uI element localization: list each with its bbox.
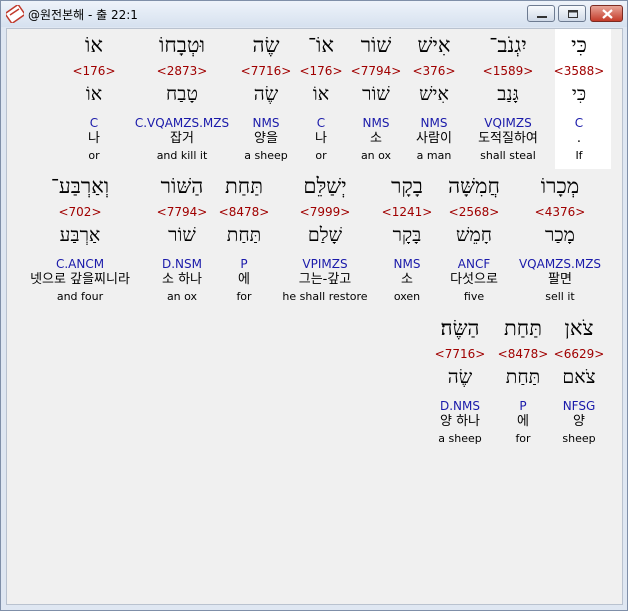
app-window: @원전본해 - 출 22:1 כִּי <3588> כִּי C. If יִגְנֹב… (0, 0, 628, 611)
hebrew-word: אוֹ (85, 33, 103, 57)
hebrew-word: הַשֶּׂה׃ (440, 316, 480, 340)
window-title: @원전본해 - 출 22:1 (28, 8, 138, 22)
lemma-word: אַרְבַּע (59, 224, 101, 246)
strong-number[interactable]: <7794> (122, 205, 242, 219)
morphology-code: C.ANCM (55, 257, 105, 271)
morphology-code: D.NMS (439, 399, 480, 413)
lemma-word: שֶׂה (447, 366, 473, 388)
close-button[interactable] (590, 5, 623, 22)
korean-gloss: 넷으로 갚을찌니라 (30, 272, 130, 287)
korean-gloss: 나 (88, 131, 100, 146)
hebrew-word: וְאַרְבַּע־ (50, 174, 110, 198)
strong-number[interactable]: <702> (20, 205, 140, 219)
lemma-word: אוֹ (85, 83, 103, 105)
strong-number[interactable]: <7716> (400, 347, 520, 361)
app-icon (6, 5, 24, 23)
english-gloss: or (88, 149, 100, 162)
minimize-button[interactable] (527, 5, 555, 22)
interlinear-pane[interactable]: כִּי <3588> כִּי C. If יִגְנֹב־ <1589> גָּנַב VQ… (6, 28, 623, 605)
close-icon (602, 9, 613, 19)
lemma-word: שׁוֹר (168, 224, 196, 246)
maximize-button[interactable] (558, 5, 586, 22)
english-gloss: an ox (166, 290, 198, 303)
morphology-code: D.NSM (161, 257, 202, 271)
strong-number[interactable]: <176> (34, 64, 154, 78)
morphology-code: C (89, 116, 99, 130)
hebrew-word: הַשּׁוֹר (160, 174, 204, 198)
english-gloss: a sheep (438, 432, 482, 445)
minimize-icon (537, 16, 547, 18)
title-bar[interactable]: @원전본해 - 출 22:1 (1, 1, 627, 27)
english-gloss: and four (56, 290, 104, 303)
korean-gloss: 양 하나 (439, 414, 480, 429)
maximize-icon (568, 10, 578, 18)
